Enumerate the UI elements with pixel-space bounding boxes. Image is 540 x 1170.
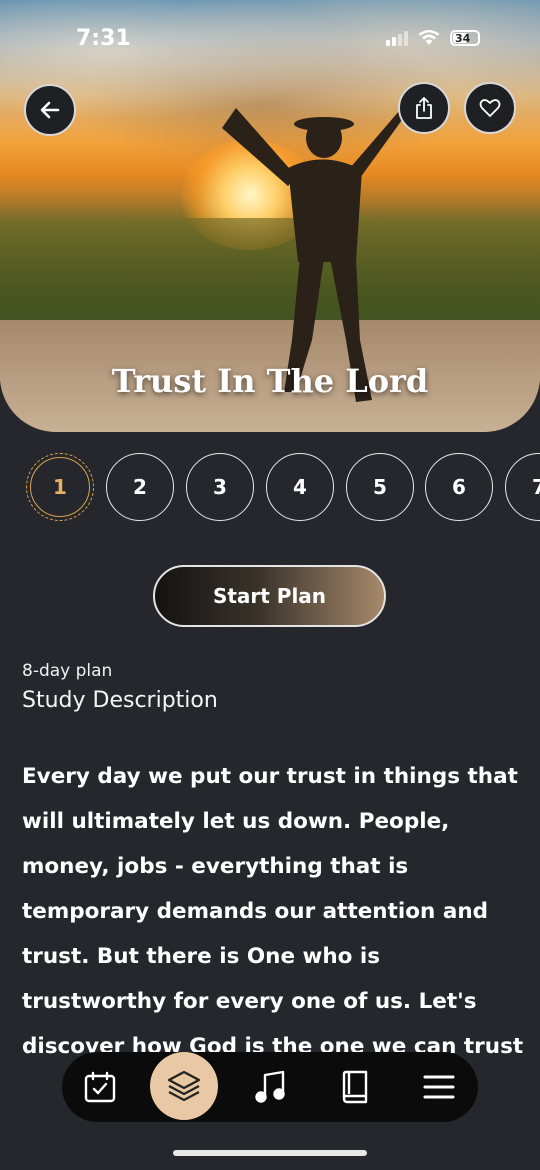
music-icon	[255, 1070, 285, 1103]
nav-plans[interactable]	[148, 1052, 220, 1122]
bottom-nav	[62, 1052, 478, 1122]
calendar-check-icon	[84, 1071, 116, 1103]
day-button-1[interactable]: 1	[26, 453, 94, 521]
day-button-7[interactable]: 7	[505, 453, 540, 521]
day-button-4[interactable]: 4	[266, 453, 334, 521]
heart-icon	[479, 99, 501, 117]
home-indicator[interactable]	[173, 1150, 367, 1156]
section-title: Study Description	[22, 688, 218, 713]
day-selector: 1 2 3 4 5 6 7	[26, 453, 540, 523]
day-button-5[interactable]: 5	[346, 453, 414, 521]
status-time: 7:31	[76, 26, 131, 51]
status-icons: 34	[386, 30, 480, 46]
battery-icon: 34	[450, 30, 480, 46]
nav-menu[interactable]	[403, 1052, 475, 1122]
share-icon	[416, 97, 432, 119]
nav-active-bubble	[150, 1052, 218, 1120]
battery-level: 34	[455, 32, 471, 45]
book-icon	[342, 1070, 368, 1104]
arrow-left-icon	[40, 101, 60, 119]
nav-calendar[interactable]	[64, 1052, 136, 1122]
plan-length: 8-day plan	[22, 661, 113, 681]
status-bar: 7:31 34	[0, 0, 540, 80]
day-button-6[interactable]: 6	[425, 453, 493, 521]
share-button[interactable]	[398, 82, 450, 134]
nav-music[interactable]	[234, 1052, 306, 1122]
plan-description: Every day we put our trust in things tha…	[22, 764, 524, 1054]
signal-icon	[386, 30, 408, 46]
nav-bible[interactable]	[319, 1052, 391, 1122]
layers-icon	[167, 1070, 201, 1102]
wifi-icon	[418, 30, 440, 45]
favorite-button[interactable]	[464, 82, 516, 134]
day-button-2[interactable]: 2	[106, 453, 174, 521]
menu-icon	[423, 1075, 455, 1099]
back-button[interactable]	[24, 84, 76, 136]
day-button-3[interactable]: 3	[186, 453, 254, 521]
plan-title: Trust In The Lord	[111, 362, 429, 400]
start-plan-button[interactable]: Start Plan	[153, 565, 386, 627]
